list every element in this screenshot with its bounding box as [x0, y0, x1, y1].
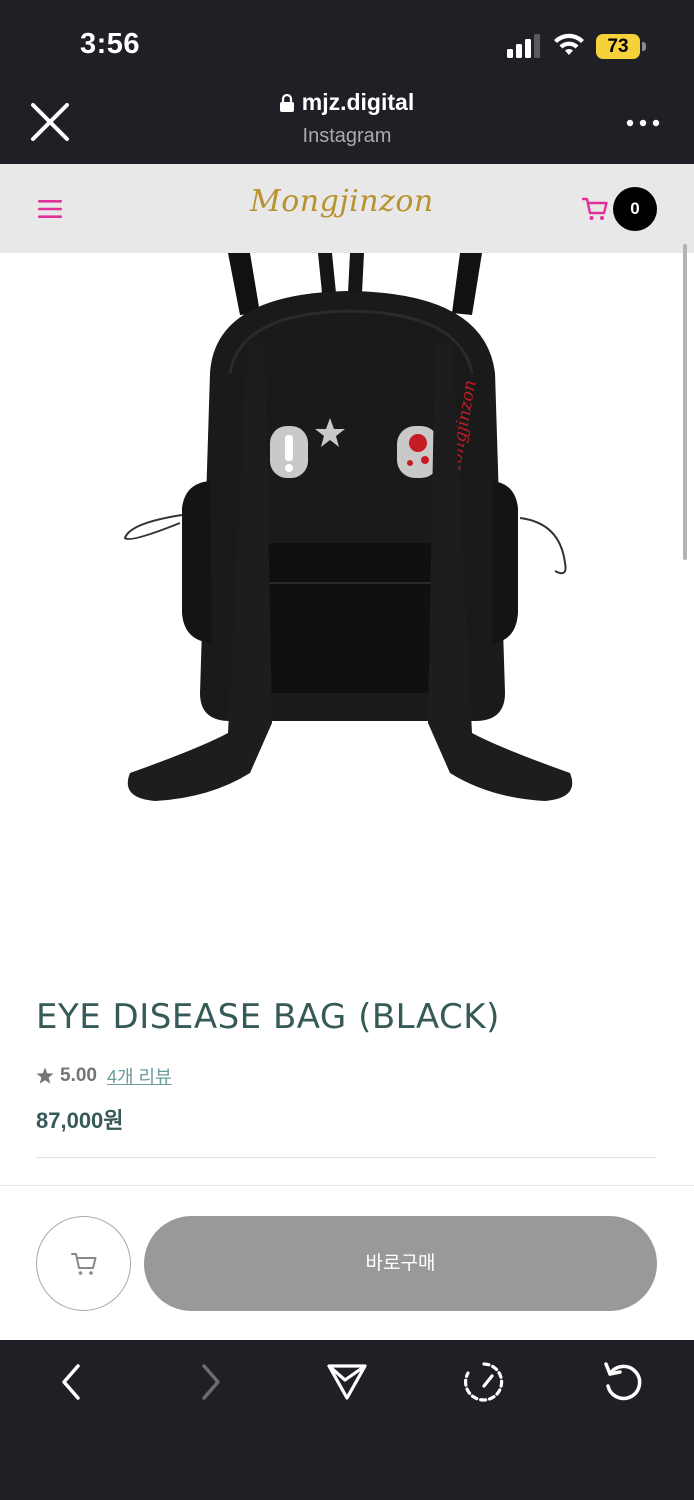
battery-icon: 73 — [596, 34, 646, 59]
speed-icon[interactable] — [462, 1360, 506, 1404]
scrollbar[interactable] — [683, 244, 687, 560]
site-header: Mongjinzon 0 — [0, 164, 694, 253]
back-icon[interactable] — [50, 1360, 94, 1404]
lock-icon — [279, 93, 294, 112]
status-bar: 3:56 73 — [0, 0, 694, 85]
divider — [36, 1157, 657, 1158]
rating-value: 5.00 — [60, 1065, 97, 1086]
refresh-icon[interactable] — [600, 1360, 644, 1404]
rating-row: 5.00 4개 리뷰 — [36, 1063, 172, 1089]
wifi-icon — [554, 33, 584, 55]
status-time: 3:56 — [80, 28, 141, 60]
product-title: EYE DISEASE BAG (BLACK) — [36, 997, 500, 1037]
source-label: Instagram — [302, 124, 392, 147]
forward-icon[interactable] — [188, 1360, 232, 1404]
cart-icon — [71, 1253, 97, 1275]
reviews-link[interactable]: 4개 리뷰 — [107, 1063, 172, 1089]
more-options-icon[interactable] — [626, 119, 660, 127]
battery-tip — [642, 42, 646, 51]
product-image: Mongjinzon — [123, 253, 573, 801]
menu-icon[interactable] — [38, 199, 62, 219]
site-logo[interactable]: Mongjinzon — [250, 184, 434, 219]
product-page: Mongjinzon EYE DISEASE BAG (BLACK) 5.00 … — [0, 253, 694, 1340]
url-text: mjz.digital — [301, 89, 415, 115]
cart-icon[interactable] — [582, 197, 608, 221]
cellular-signal-icon — [507, 34, 540, 58]
browser-bottom-nav — [0, 1340, 694, 1500]
purchase-bar: 바로구매 — [0, 1185, 694, 1340]
product-price: 87,000원 — [36, 1108, 124, 1133]
cart-count-badge[interactable]: 0 — [613, 187, 657, 231]
star-icon — [36, 1067, 54, 1084]
share-icon[interactable] — [325, 1360, 369, 1404]
url-area[interactable]: mjz.digital Instagram — [0, 89, 694, 148]
buy-now-button[interactable]: 바로구매 — [144, 1216, 657, 1311]
browser-header: mjz.digital Instagram — [0, 85, 694, 164]
battery-level: 73 — [596, 34, 640, 59]
add-to-cart-button[interactable] — [36, 1216, 131, 1311]
